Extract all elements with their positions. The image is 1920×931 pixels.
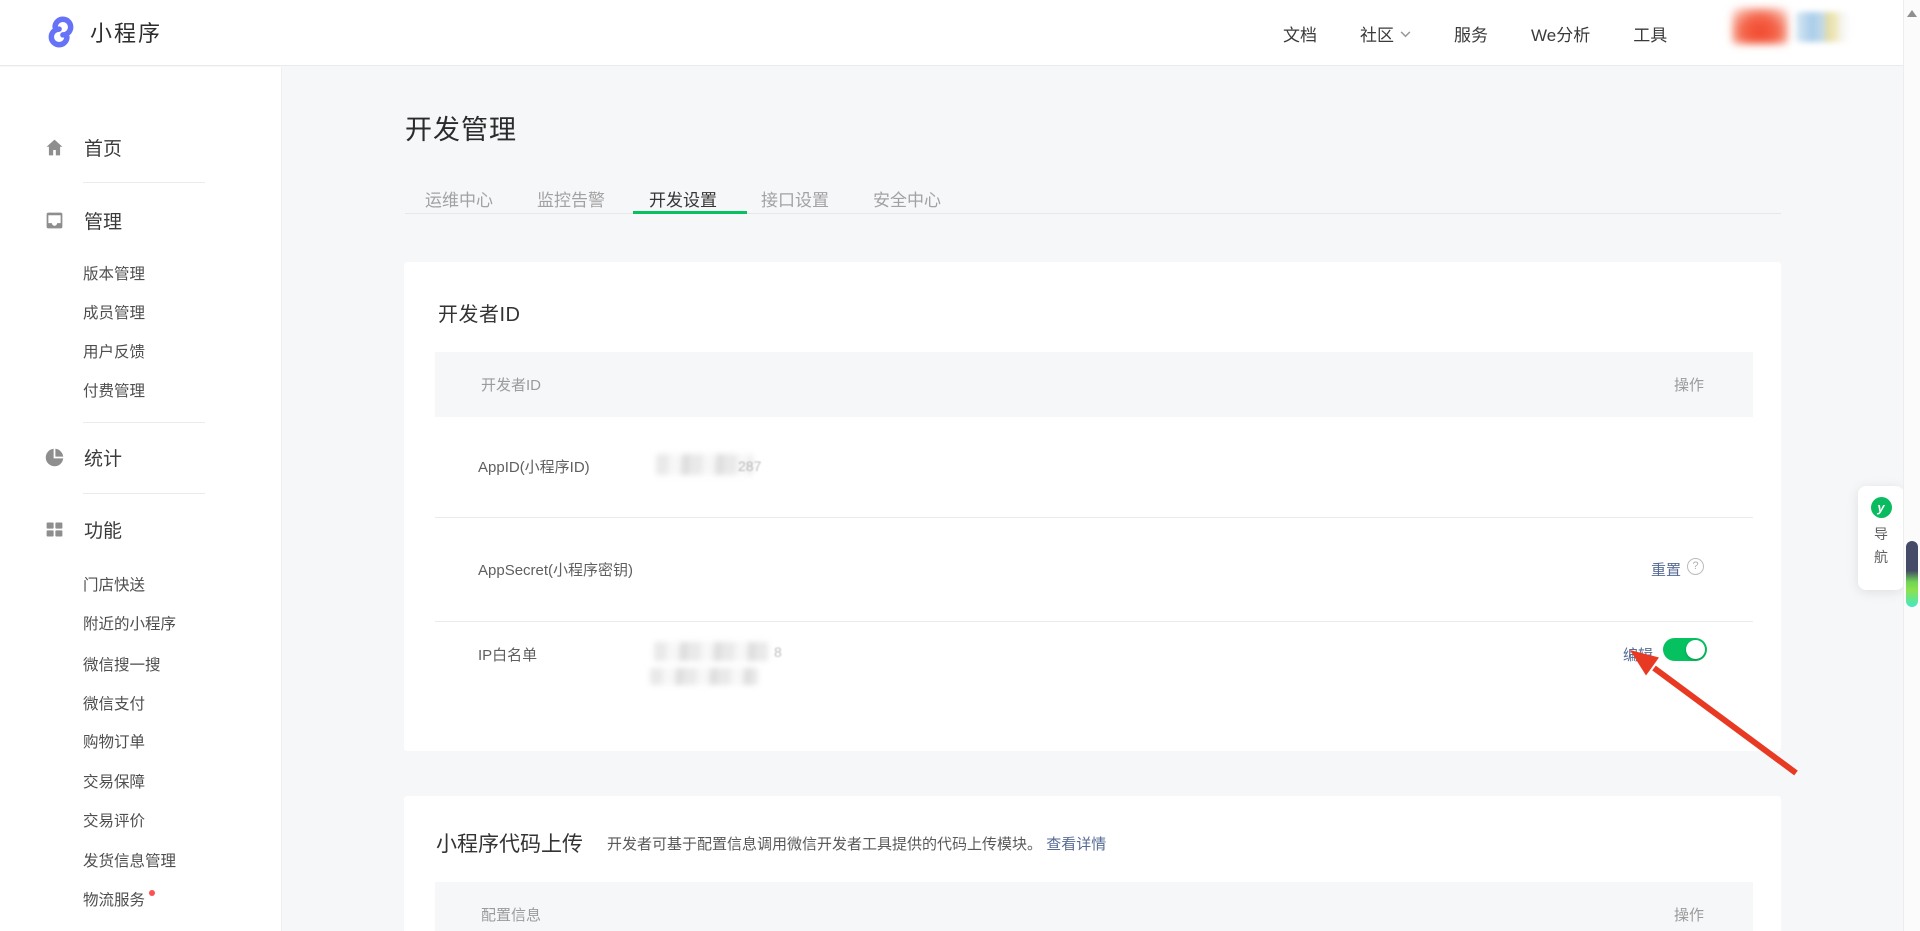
sidebar-item-manage[interactable]: 管理 — [44, 208, 122, 232]
appid-label: AppID(小程序ID) — [478, 456, 590, 477]
top-bar: 小程序 文档 社区 服务 We分析 工具 — [0, 0, 1920, 66]
edit-link[interactable]: 编辑 — [1623, 644, 1653, 665]
developer-table-header: 开发者ID 操作 — [435, 352, 1753, 417]
sidebar-item-trade-review[interactable]: 交易评价 — [83, 811, 145, 833]
sidebar-item-member-manage[interactable]: 成员管理 — [83, 303, 145, 325]
code-upload-title: 小程序代码上传 — [436, 828, 583, 858]
home-icon — [44, 137, 65, 158]
sidebar-item-nearby[interactable]: 附近的小程序 — [83, 614, 176, 636]
top-nav: 文档 社区 服务 We分析 工具 — [1283, 0, 1667, 66]
sidebar-item-logistics[interactable]: 物流服务 — [83, 890, 155, 912]
developer-id-card: 开发者ID 开发者ID 操作 AppID(小程序ID) 287 AppSecre… — [404, 262, 1781, 751]
sidebar-item-home[interactable]: 首页 — [44, 135, 122, 159]
sidebar-item-version-manage[interactable]: 版本管理 — [83, 264, 145, 286]
tab-dev-settings[interactable]: 开发设置 — [649, 186, 717, 211]
scrollbar-up-arrow[interactable] — [1907, 5, 1917, 17]
ip-whitelist-label: IP白名单 — [478, 644, 537, 665]
config-table-header: 配置信息 操作 — [435, 882, 1753, 931]
row-divider — [435, 517, 1753, 518]
sidebar-item-user-feedback[interactable]: 用户反馈 — [83, 342, 145, 364]
sidebar-divider — [83, 493, 205, 494]
secondary-avatar-blurred[interactable] — [1796, 12, 1848, 42]
code-upload-card: 小程序代码上传 开发者可基于配置信息调用微信开发者工具提供的代码上传模块。 查看… — [404, 796, 1781, 931]
developer-id-title: 开发者ID — [438, 298, 521, 327]
sidebar-item-wechat-pay[interactable]: 微信支付 — [83, 694, 145, 716]
toggle-knob — [1686, 640, 1705, 659]
active-tab-indicator — [633, 211, 747, 214]
pie-chart-icon — [44, 447, 65, 468]
grid-icon — [44, 519, 65, 540]
chevron-down-icon — [1400, 31, 1411, 38]
tab-security-center[interactable]: 安全中心 — [873, 186, 941, 211]
account-avatar-blurred[interactable] — [1732, 8, 1788, 44]
header-config-info: 配置信息 — [481, 904, 541, 925]
row-divider — [435, 621, 1753, 622]
header-actions: 操作 — [1674, 904, 1704, 925]
sidebar-item-shipping-info[interactable]: 发货信息管理 — [83, 851, 176, 873]
miniprogram-logo-icon — [44, 15, 78, 49]
sidebar-item-store-delivery[interactable]: 门店快送 — [83, 575, 145, 597]
inbox-icon — [44, 210, 65, 231]
ip-whitelist-toggle[interactable] — [1663, 638, 1707, 661]
appsecret-label: AppSecret(小程序密钥) — [478, 559, 633, 580]
sidebar-item-shopping-orders[interactable]: 购物订单 — [83, 732, 145, 754]
sidebar: 首页 管理 版本管理 成员管理 用户反馈 付费管理 统计 功能 门店快送 附近的… — [0, 67, 282, 931]
code-upload-description: 开发者可基于配置信息调用微信开发者工具提供的代码上传模块。 查看详情 — [607, 833, 1106, 854]
help-icon[interactable]: ? — [1687, 558, 1704, 575]
code-upload-title-row: 小程序代码上传 开发者可基于配置信息调用微信开发者工具提供的代码上传模块。 查看… — [436, 828, 1106, 858]
nav-service[interactable]: 服务 — [1454, 21, 1488, 46]
floating-nav-widget[interactable]: y 导 航 — [1858, 486, 1904, 590]
sidebar-item-trade-guarantee[interactable]: 交易保障 — [83, 772, 145, 794]
view-details-link[interactable]: 查看详情 — [1046, 836, 1106, 853]
header-actions: 操作 — [1674, 374, 1704, 395]
sidebar-item-payment-manage[interactable]: 付费管理 — [83, 381, 145, 403]
tab-api-settings[interactable]: 接口设置 — [761, 186, 829, 211]
page-title: 开发管理 — [405, 108, 517, 147]
scrollbar-track — [1903, 0, 1920, 931]
tab-bar: 运维中心 监控告警 开发设置 接口设置 安全中心 — [425, 186, 941, 211]
sidebar-divider — [83, 422, 205, 423]
sidebar-divider — [83, 182, 205, 183]
appid-value-fragment: 287 — [738, 458, 761, 474]
ip-value-fragment: 8 — [774, 644, 782, 660]
tab-operations-center[interactable]: 运维中心 — [425, 186, 493, 211]
ip-value-line2-redacted — [650, 668, 758, 685]
sidebar-item-wechat-search[interactable]: 微信搜一搜 — [83, 655, 161, 677]
nav-widget-label: 导 航 — [1874, 523, 1888, 569]
sidebar-item-statistics[interactable]: 统计 — [44, 445, 122, 469]
new-badge-dot — [149, 890, 155, 896]
tab-underline — [405, 213, 1781, 214]
nav-widget-icon: y — [1871, 497, 1892, 518]
nav-community[interactable]: 社区 — [1360, 21, 1411, 46]
scrollbar-thumb[interactable] — [1906, 541, 1918, 607]
nav-docs[interactable]: 文档 — [1283, 21, 1317, 46]
miniprogram-logo[interactable]: 小程序 — [44, 15, 162, 49]
header-developer-id: 开发者ID — [481, 374, 541, 395]
reset-link[interactable]: 重置 — [1651, 559, 1681, 580]
tab-monitor-alerts[interactable]: 监控告警 — [537, 186, 605, 211]
sidebar-item-features[interactable]: 功能 — [44, 517, 122, 541]
nav-weanalysis[interactable]: We分析 — [1531, 21, 1590, 46]
ip-value-line1-redacted — [654, 642, 768, 661]
logo-text: 小程序 — [90, 16, 162, 48]
nav-tools[interactable]: 工具 — [1633, 21, 1667, 46]
